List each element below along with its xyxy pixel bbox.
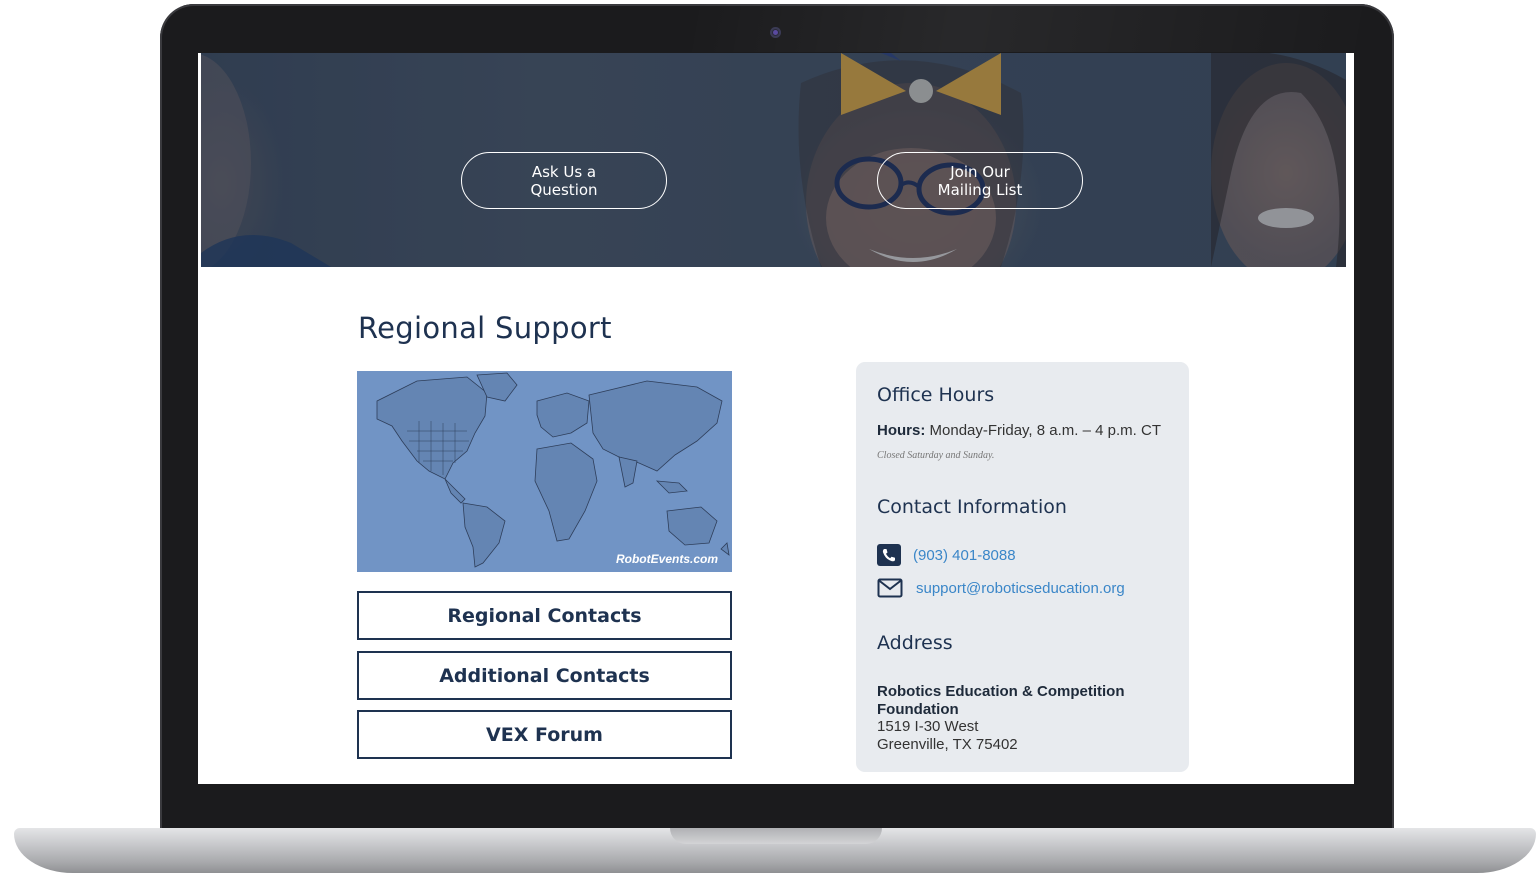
- hours-line: Hours: Monday-Friday, 8 a.m. – 4 p.m. CT: [877, 422, 1161, 439]
- contact-info-card: Office Hours Hours: Monday-Friday, 8 a.m…: [856, 362, 1189, 772]
- laptop-notch: [670, 828, 882, 844]
- browser-viewport: Ask Us a Question Join Our Mailing List …: [198, 53, 1354, 784]
- office-hours-heading: Office Hours: [877, 384, 995, 406]
- additional-contacts-button[interactable]: Additional Contacts: [357, 651, 732, 700]
- email-row: support@roboticseducation.org: [877, 578, 1125, 598]
- map-credit: RobotEvents.com: [615, 552, 718, 566]
- hero-banner: Ask Us a Question Join Our Mailing List: [201, 53, 1346, 267]
- address-org: Robotics Education & Competition Foundat…: [877, 683, 1125, 718]
- join-mailing-list-button[interactable]: Join Our Mailing List: [877, 152, 1083, 209]
- address-heading: Address: [877, 632, 953, 654]
- webcam-icon: [770, 27, 781, 38]
- address-street: 1519 I-30 West: [877, 718, 979, 735]
- ask-question-button[interactable]: Ask Us a Question: [461, 152, 667, 209]
- closed-note: Closed Saturday and Sunday.: [877, 450, 995, 461]
- contact-info-heading: Contact Information: [877, 496, 1067, 518]
- page-title: Regional Support: [358, 311, 612, 345]
- world-map-image[interactable]: RobotEvents.com: [357, 371, 732, 572]
- world-map-graphic: [376, 372, 730, 568]
- hours-value: Monday-Friday, 8 a.m. – 4 p.m. CT: [929, 422, 1161, 439]
- vex-forum-button[interactable]: VEX Forum: [357, 710, 732, 759]
- email-link[interactable]: support@roboticseducation.org: [916, 580, 1125, 597]
- envelope-icon: [877, 578, 903, 598]
- address-city: Greenville, TX 75402: [877, 735, 1018, 753]
- phone-row: (903) 401-8088: [877, 544, 1016, 566]
- hero-overlay: [201, 53, 1346, 267]
- hours-label: Hours:: [877, 422, 926, 439]
- regional-contacts-button[interactable]: Regional Contacts: [357, 591, 732, 640]
- lid-gloss: [690, 4, 1370, 52]
- phone-icon: [877, 544, 901, 566]
- address-block: Robotics Education & Competition Foundat…: [877, 683, 1167, 753]
- phone-link[interactable]: (903) 401-8088: [913, 547, 1016, 564]
